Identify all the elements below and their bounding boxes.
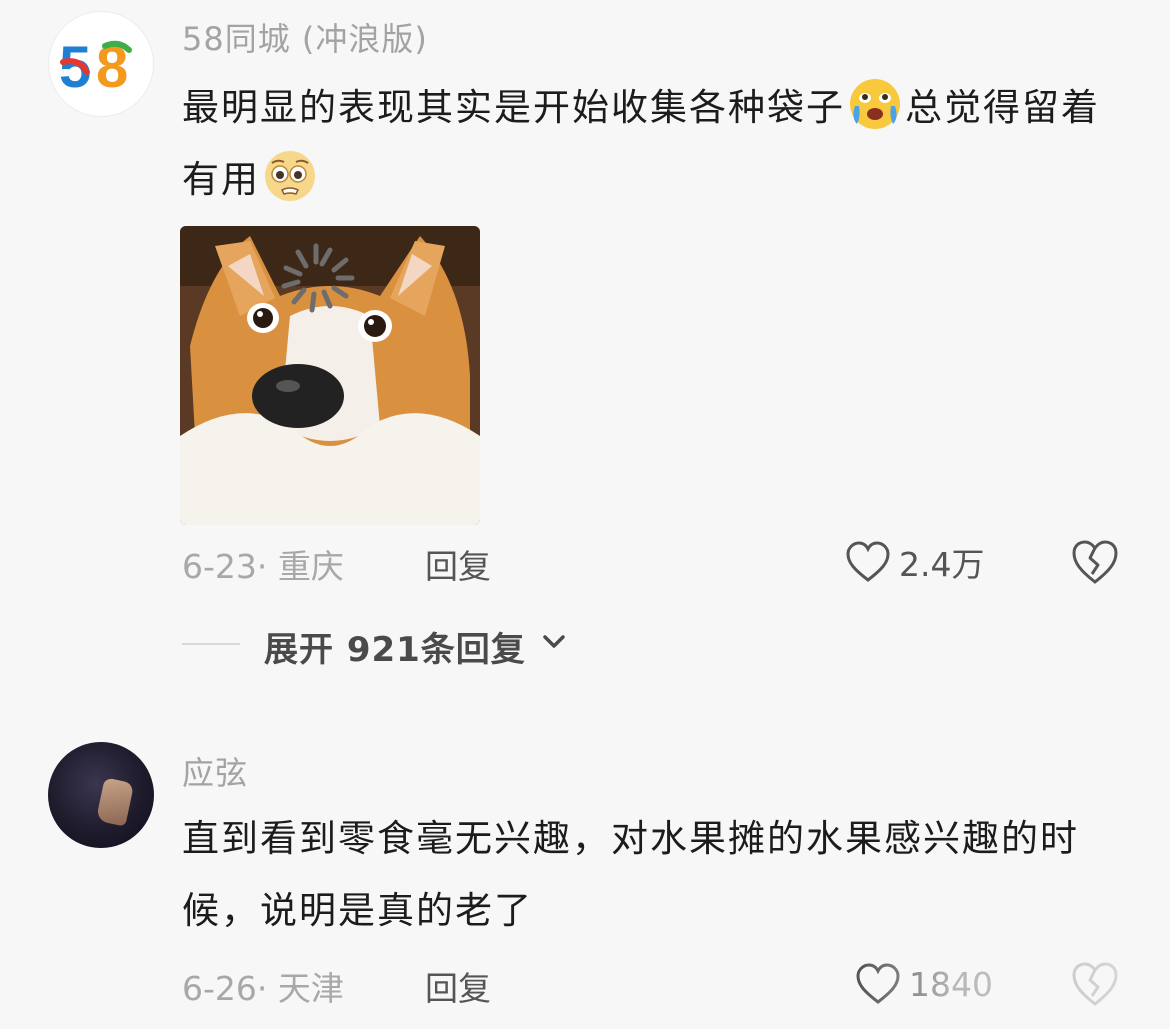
- comment-text: 最明显的表现其实是开始收集各种袋子 总觉得留着有用: [182, 72, 1112, 216]
- comment-list: 5 8 58同城 (冲浪版) 最明显的表现其实是开始收集各种袋子 总觉得留着有用: [0, 0, 1170, 1029]
- reply-button[interactable]: 回复: [425, 962, 491, 1010]
- watermark-overlay: [860, 955, 1170, 1029]
- comment-date-location: 6-26· 天津: [182, 969, 344, 1008]
- crying-laughing-emoji-icon: [850, 79, 900, 129]
- dislike-button[interactable]: [1070, 538, 1120, 586]
- comment-text: 直到看到零食毫无兴趣，对水果摊的水果感兴趣的时候，说明是真的老了: [182, 817, 1079, 932]
- like-button[interactable]: 2.4万: [845, 538, 984, 586]
- pleading-face-emoji-icon: [265, 151, 315, 201]
- avatar-image: [95, 777, 135, 827]
- chevron-down-icon[interactable]: [540, 632, 568, 652]
- corgi-meme-image[interactable]: [180, 226, 480, 525]
- avatar-58-logo[interactable]: 5 8: [48, 11, 154, 117]
- comment-date-location: 6-23· 重庆: [182, 547, 344, 586]
- comment-username[interactable]: 58同城 (冲浪版): [182, 14, 428, 60]
- corgi-illustration: [180, 226, 480, 525]
- heart-icon: [846, 541, 890, 582]
- expand-divider: [182, 643, 240, 645]
- like-count: 2.4万: [899, 545, 985, 584]
- 58-logo-icon: 5 8: [59, 35, 132, 100]
- comment-text-part: 最明显的表现其实是开始收集各种袋子: [182, 86, 845, 129]
- avatar-user[interactable]: [48, 742, 154, 848]
- expand-replies-button[interactable]: 展开 921条回复: [264, 622, 526, 671]
- reply-button[interactable]: 回复: [425, 540, 491, 588]
- broken-heart-icon: [1072, 540, 1118, 584]
- comment-username[interactable]: 应弦: [182, 748, 248, 794]
